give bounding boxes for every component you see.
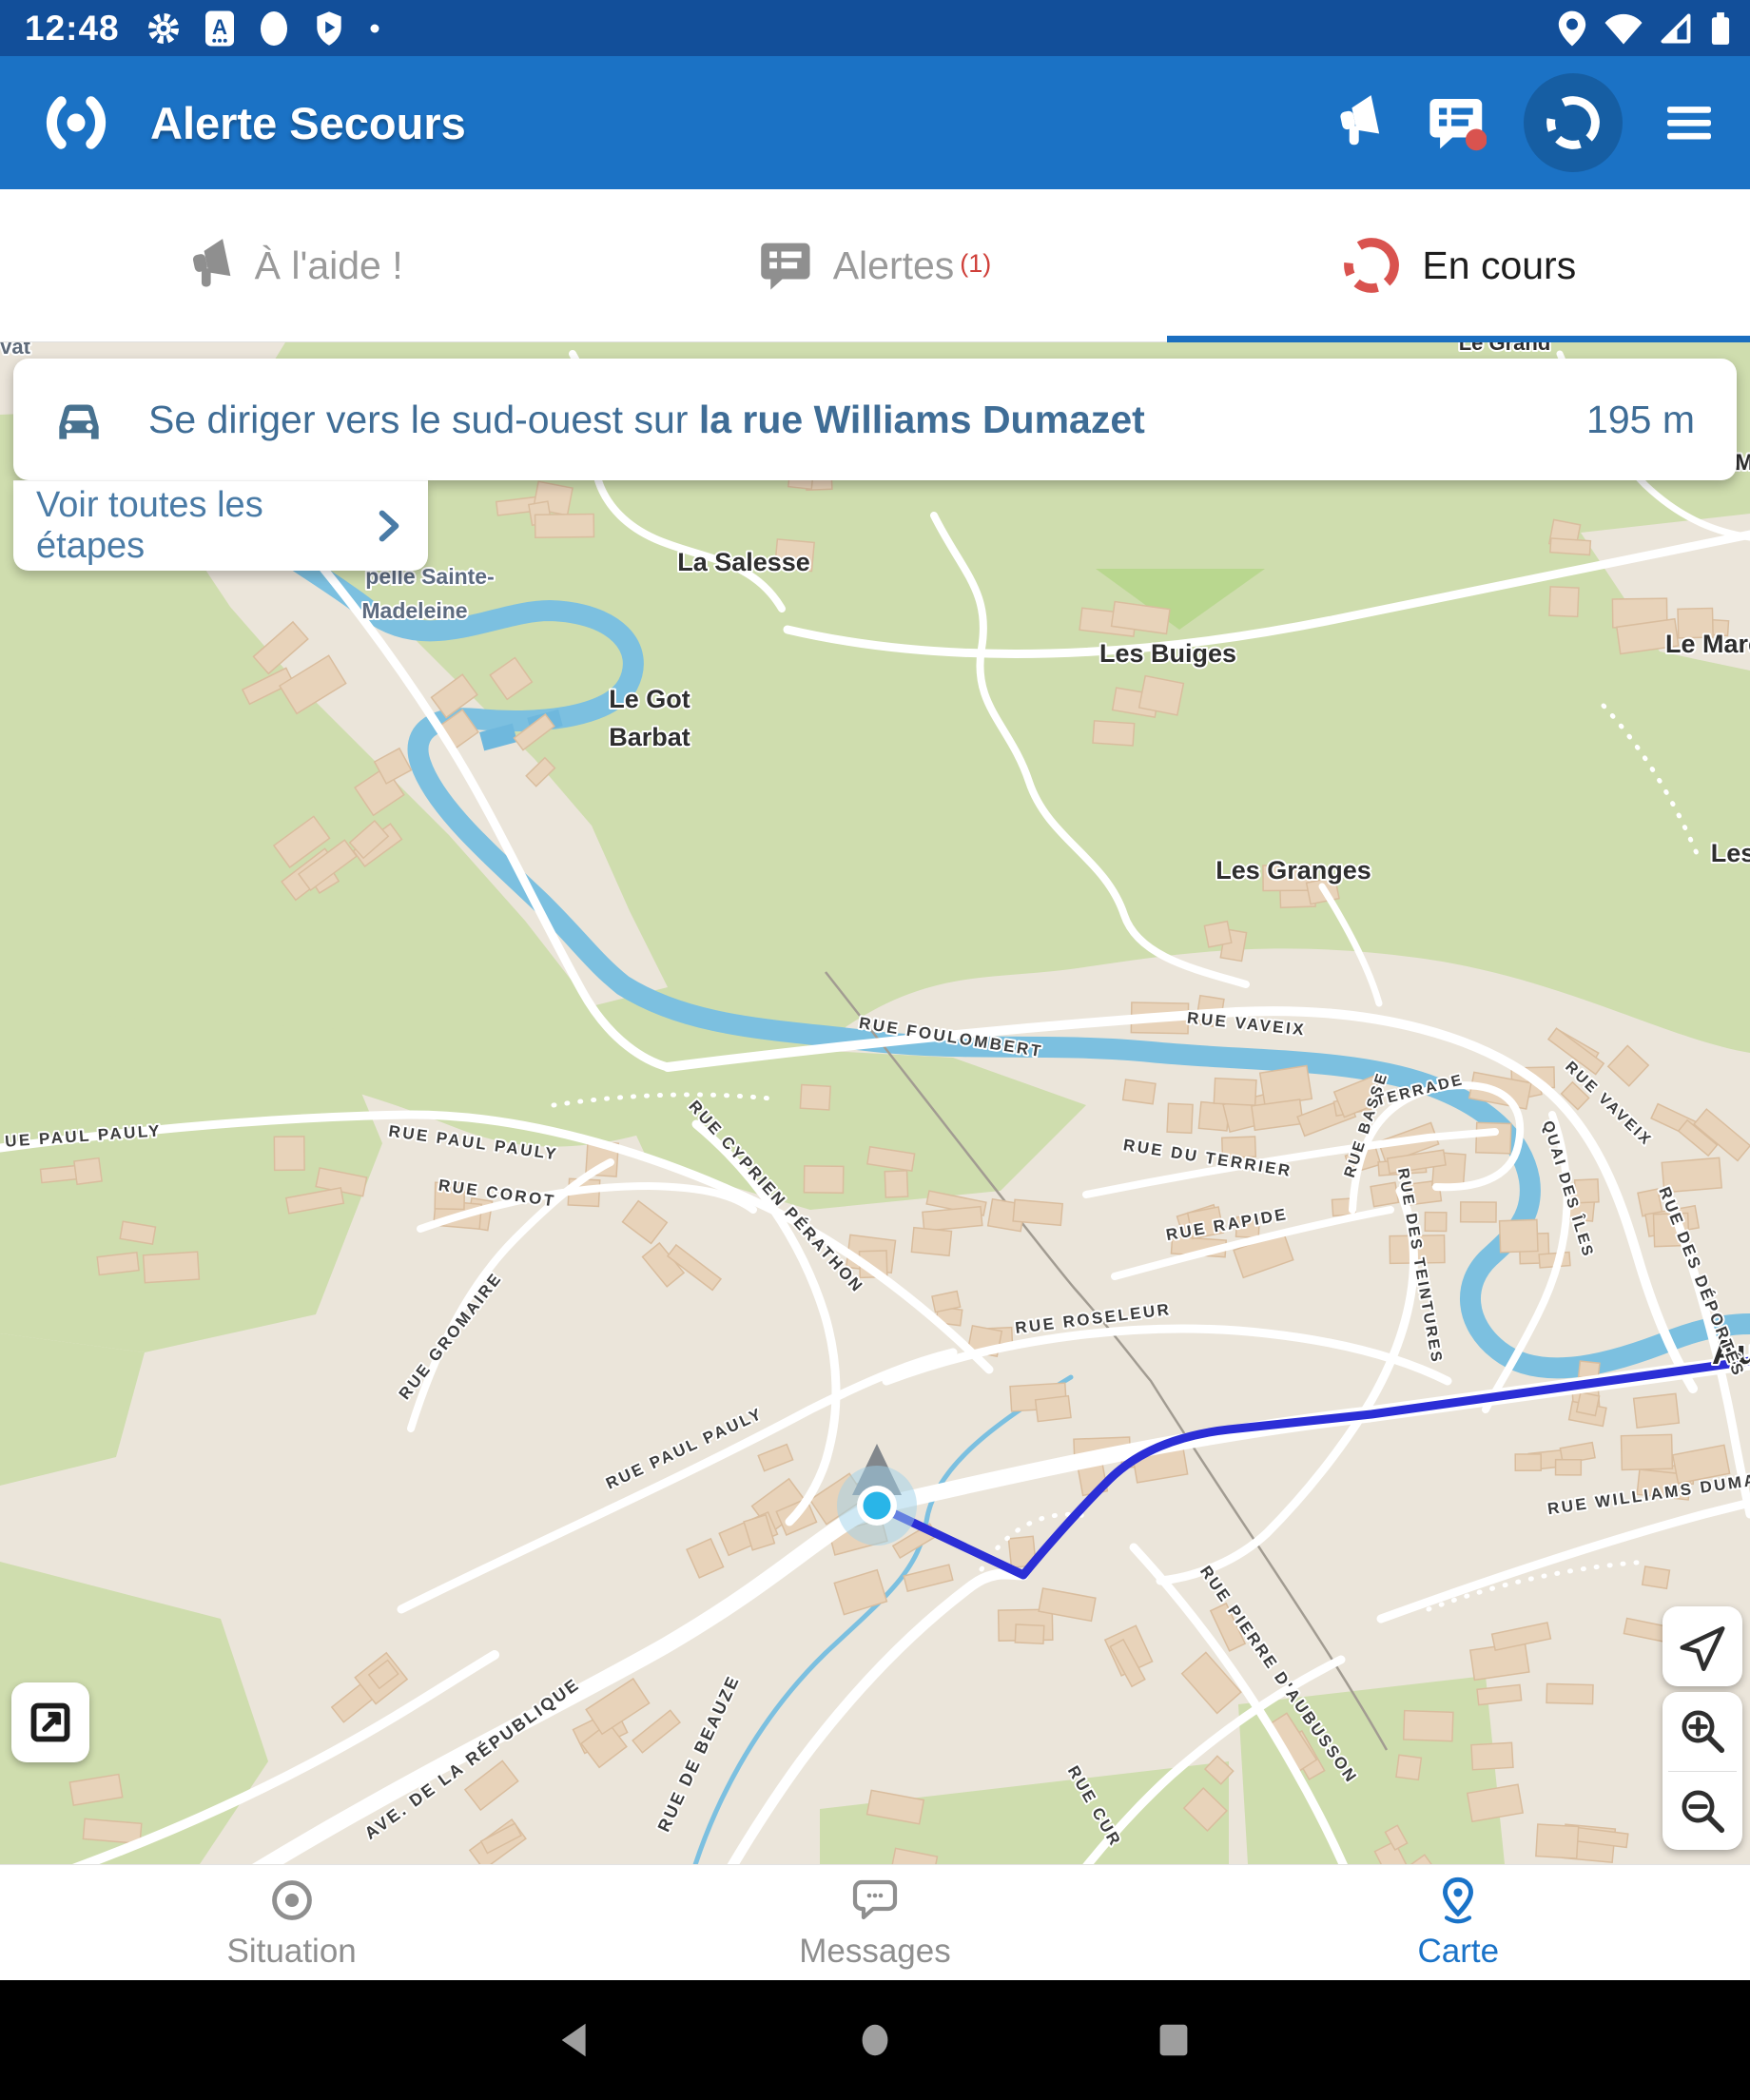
menu-button[interactable] bbox=[1655, 88, 1723, 157]
tab-help-label: À l'aide ! bbox=[255, 243, 403, 288]
shield-play-icon bbox=[314, 10, 344, 47]
spinner-icon bbox=[1542, 91, 1604, 154]
chevron-right-icon bbox=[375, 510, 403, 542]
map-pin-icon bbox=[1433, 1876, 1483, 1925]
recenter-button[interactable] bbox=[1662, 1606, 1742, 1686]
recents-button[interactable] bbox=[1152, 2018, 1196, 2062]
status-dot-icon bbox=[369, 23, 380, 34]
clock: 12:48 bbox=[25, 9, 120, 49]
tab-current[interactable]: En cours bbox=[1167, 189, 1750, 341]
map-label: Les Buiges bbox=[1099, 639, 1236, 668]
megaphone-icon bbox=[181, 238, 236, 293]
page-title: Alerte Secours bbox=[150, 97, 1322, 149]
nav-item-situation[interactable]: Situation bbox=[0, 1865, 583, 1980]
signal-icon bbox=[1659, 10, 1693, 47]
hamburger-icon bbox=[1662, 95, 1717, 150]
map-label: Barbat bbox=[609, 723, 690, 751]
zoom-in-button[interactable] bbox=[1662, 1692, 1742, 1771]
map-label: vat bbox=[0, 342, 30, 359]
auto-translate-icon: A bbox=[205, 10, 234, 47]
map-label: Les Granges bbox=[1215, 856, 1371, 885]
car-icon bbox=[49, 390, 108, 449]
zoom-controls bbox=[1662, 1692, 1742, 1850]
back-button[interactable] bbox=[554, 2018, 598, 2062]
megaphone-button[interactable] bbox=[1322, 88, 1390, 157]
navigation-arrow-icon bbox=[1674, 1618, 1731, 1675]
alerts-count-badge: (1) bbox=[960, 249, 991, 278]
status-bar: 12:48 A bbox=[0, 0, 1750, 56]
messages-button[interactable] bbox=[1423, 88, 1491, 157]
tab-alerts-label: Alertes bbox=[833, 243, 955, 287]
app-bar: Alerte Secours bbox=[0, 56, 1750, 189]
battery-icon bbox=[1708, 10, 1733, 48]
nav-item-carte[interactable]: Carte bbox=[1167, 1865, 1750, 1980]
map-label: Le Grand bbox=[1459, 342, 1551, 355]
nav-label-messages: Messages bbox=[799, 1933, 951, 1971]
android-nav-bar bbox=[0, 1980, 1750, 2100]
unread-badge bbox=[1466, 129, 1487, 151]
tab-bar: À l'aide ! Alertes(1) En cours bbox=[0, 189, 1750, 342]
tab-current-label: En cours bbox=[1422, 243, 1576, 288]
chat-list-icon bbox=[1428, 93, 1487, 152]
tab-help[interactable]: À l'aide ! bbox=[0, 189, 583, 341]
map[interactable]: vatLe GrandMpelle Sainte-MadeleineLa Sal… bbox=[0, 342, 1750, 1864]
tab-alerts[interactable]: Alertes(1) bbox=[583, 189, 1166, 341]
all-steps-label: Voir toutes les étapes bbox=[36, 485, 375, 567]
megaphone-icon bbox=[1328, 94, 1385, 151]
spinner-red-icon bbox=[1340, 234, 1403, 297]
map-label: Le Marc bbox=[1665, 630, 1750, 658]
distance-remaining: 195 m bbox=[1586, 398, 1695, 442]
open-external-icon bbox=[24, 1696, 77, 1749]
zoom-out-icon bbox=[1677, 1785, 1728, 1837]
map-label: Les bbox=[1711, 839, 1750, 867]
bottom-nav: Situation Messages Carte bbox=[0, 1864, 1750, 1980]
alerte-secours-logo bbox=[40, 87, 112, 159]
gear-icon bbox=[146, 11, 181, 46]
nav-item-messages[interactable]: Messages bbox=[583, 1865, 1166, 1980]
chat-list-icon bbox=[759, 238, 814, 293]
all-steps-button[interactable]: Voir toutes les étapes bbox=[13, 480, 428, 571]
instruction-text: Se diriger vers le sud-ouest sur la rue … bbox=[148, 398, 1586, 442]
expand-map-button[interactable] bbox=[11, 1682, 89, 1762]
ongoing-alert-button[interactable] bbox=[1524, 73, 1623, 172]
navigation-instruction-card: Se diriger vers le sud-ouest sur la rue … bbox=[13, 359, 1737, 480]
nav-label-situation: Situation bbox=[227, 1933, 357, 1971]
map-label: Le Got bbox=[609, 685, 690, 713]
nav-label-carte: Carte bbox=[1418, 1933, 1500, 1971]
zoom-out-button[interactable] bbox=[1662, 1772, 1742, 1851]
home-button[interactable] bbox=[853, 2018, 897, 2062]
location-status-icon bbox=[1556, 10, 1588, 48]
situation-icon bbox=[267, 1876, 317, 1925]
map-label: La Salesse bbox=[677, 548, 810, 576]
map-label: Madeleine bbox=[361, 598, 467, 623]
notification-dot-icon bbox=[259, 10, 289, 48]
map-container: vatLe GrandMpelle Sainte-MadeleineLa Sal… bbox=[0, 342, 1750, 1864]
zoom-in-icon bbox=[1677, 1705, 1728, 1757]
svg-text:A: A bbox=[212, 14, 227, 38]
messages-icon bbox=[850, 1876, 900, 1925]
map-label: M bbox=[1735, 450, 1750, 476]
app-screen: 12:48 A bbox=[0, 0, 1750, 2100]
wifi-icon bbox=[1604, 10, 1643, 48]
